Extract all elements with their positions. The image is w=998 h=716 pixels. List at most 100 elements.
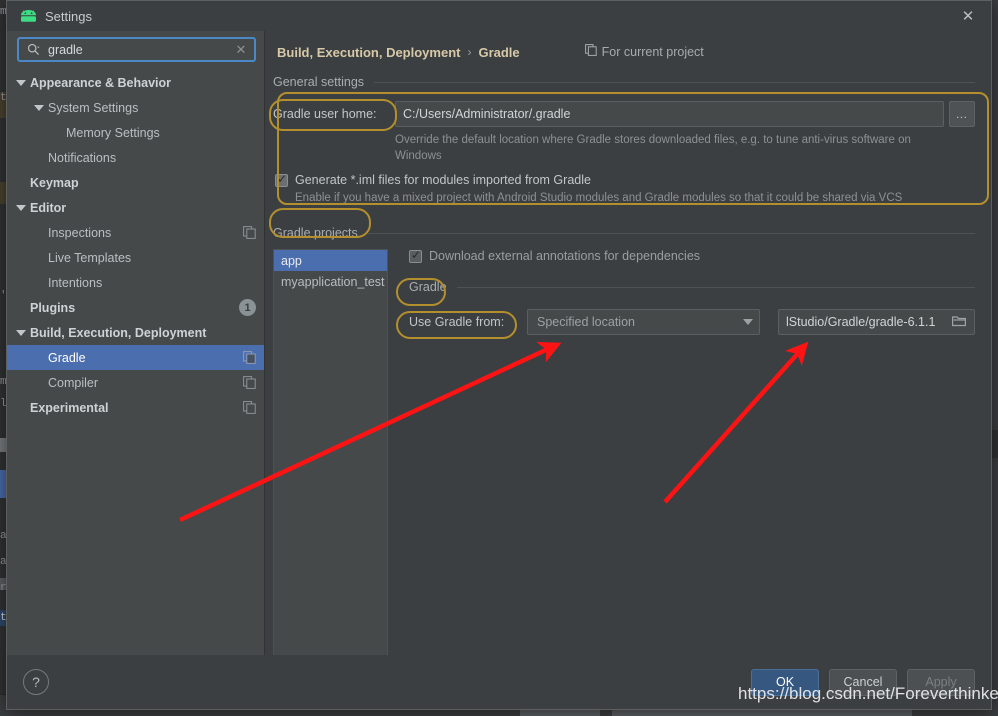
tree-indent bbox=[15, 402, 26, 413]
gradle-projects-list[interactable]: appmyapplication_test bbox=[273, 249, 388, 655]
for-current-project[interactable]: For current project bbox=[585, 43, 704, 61]
sidebar-item-plugins[interactable]: Plugins 1 bbox=[7, 295, 264, 320]
dialog-body: gradle ✕ Appearance & Behavior System Set… bbox=[7, 31, 991, 655]
dialog-titlebar: Settings ✕ bbox=[7, 1, 991, 31]
sidebar-item-label: Build, Execution, Deployment bbox=[30, 326, 206, 340]
settings-content: Build, Execution, Deployment › Gradle Fo… bbox=[265, 31, 991, 655]
plugins-update-badge: 1 bbox=[239, 299, 256, 316]
sidebar-item-compiler[interactable]: Compiler bbox=[7, 370, 264, 395]
gradle-user-home-row: Gradle user home: C:/Users/Administrator… bbox=[265, 101, 991, 127]
settings-dialog: Settings ✕ gradle bbox=[6, 0, 992, 710]
generate-iml-row: Generate *.iml files for modules importe… bbox=[265, 173, 991, 187]
folder-icon[interactable] bbox=[952, 315, 967, 330]
search-wrapper: gradle ✕ bbox=[7, 31, 264, 68]
section-divider bbox=[374, 82, 975, 83]
chevron-down-icon bbox=[743, 319, 753, 325]
sidebar-item-label: Editor bbox=[30, 201, 66, 215]
gradle-projects-body: appmyapplication_test Download external … bbox=[265, 249, 991, 655]
settings-sidebar: gradle ✕ Appearance & Behavior System Set… bbox=[7, 31, 265, 655]
sidebar-item-inspections[interactable]: Inspections bbox=[7, 220, 264, 245]
chevron-down-icon[interactable] bbox=[15, 327, 26, 338]
sidebar-item-gradle[interactable]: Gradle bbox=[7, 345, 264, 370]
copy-icon[interactable] bbox=[243, 351, 256, 364]
sidebar-item-label: Intentions bbox=[48, 276, 102, 290]
gradle-location-input[interactable]: lStudio/Gradle/gradle-6.1.1 bbox=[778, 309, 975, 335]
copy-icon[interactable] bbox=[243, 401, 256, 414]
section-title: Gradle bbox=[409, 280, 447, 294]
sidebar-item-editor[interactable]: Editor bbox=[7, 195, 264, 220]
dialog-title: Settings bbox=[45, 9, 92, 24]
use-gradle-from-row: Use Gradle from: Specified location lStu… bbox=[409, 309, 975, 335]
gradle-user-home-label: Gradle user home: bbox=[273, 107, 395, 121]
sidebar-item-system-settings[interactable]: System Settings bbox=[7, 95, 264, 120]
chevron-down-icon[interactable] bbox=[15, 77, 26, 88]
sidebar-item-experimental[interactable]: Experimental bbox=[7, 395, 264, 420]
tree-indent bbox=[33, 277, 44, 288]
sidebar-item-intentions[interactable]: Intentions bbox=[7, 270, 264, 295]
gradle-user-home-browse-button[interactable]: … bbox=[949, 101, 975, 127]
sidebar-item-label: Live Templates bbox=[48, 251, 131, 265]
sidebar-item-label: Inspections bbox=[48, 226, 111, 240]
chevron-down-icon[interactable] bbox=[15, 202, 26, 213]
clear-search-icon[interactable]: ✕ bbox=[234, 42, 248, 58]
screen: m tV 'e m l: av av rr te ra Co og sp bbox=[0, 0, 998, 716]
search-input[interactable]: gradle ✕ bbox=[17, 37, 256, 62]
settings-tree: Appearance & Behavior System Settings Memo… bbox=[7, 68, 264, 655]
download-annotations-row: Download external annotations for depend… bbox=[409, 249, 975, 263]
search-value: gradle bbox=[41, 43, 234, 57]
tree-indent bbox=[51, 127, 62, 138]
breadcrumb: Build, Execution, Deployment › Gradle Fo… bbox=[265, 31, 991, 61]
sidebar-item-memory-settings[interactable]: Memory Settings bbox=[7, 120, 264, 145]
sidebar-item-label: Memory Settings bbox=[66, 126, 160, 140]
gradle-user-home-hint-row: Override the default location where Grad… bbox=[265, 132, 991, 164]
gradle-project-detail: Download external annotations for depend… bbox=[388, 249, 975, 655]
section-title: General settings bbox=[273, 75, 364, 89]
sidebar-item-label: Experimental bbox=[30, 401, 109, 415]
watermark: https://blog.csdn.net/Foreverthinker bbox=[738, 684, 998, 704]
generate-iml-label: Generate *.iml files for modules importe… bbox=[295, 173, 591, 187]
copy-icon bbox=[585, 43, 597, 61]
general-settings-section-header: General settings bbox=[273, 75, 991, 89]
use-gradle-from-value: Specified location bbox=[537, 315, 737, 329]
sidebar-item-live-templates[interactable]: Live Templates bbox=[7, 245, 264, 270]
sidebar-item-build-execution-deployment[interactable]: Build, Execution, Deployment bbox=[7, 320, 264, 345]
sidebar-item-appearance-behavior[interactable]: Appearance & Behavior bbox=[7, 70, 264, 95]
gradle-user-home-input[interactable]: C:/Users/Administrator/.gradle bbox=[395, 101, 944, 127]
tree-indent bbox=[33, 152, 44, 163]
sidebar-item-keymap[interactable]: Keymap bbox=[7, 170, 264, 195]
gradle-location-value: lStudio/Gradle/gradle-6.1.1 bbox=[786, 315, 935, 329]
close-icon[interactable]: ✕ bbox=[951, 2, 985, 30]
gradle-subsection-header: Gradle bbox=[409, 280, 975, 294]
list-item[interactable]: app bbox=[274, 250, 387, 271]
breadcrumb-parent[interactable]: Build, Execution, Deployment bbox=[277, 45, 460, 60]
use-gradle-from-select[interactable]: Specified location bbox=[527, 309, 760, 335]
sidebar-item-label: Appearance & Behavior bbox=[30, 76, 171, 90]
tree-indent bbox=[15, 302, 26, 313]
download-annotations-checkbox[interactable] bbox=[409, 250, 422, 263]
copy-icon[interactable] bbox=[243, 376, 256, 389]
section-divider bbox=[457, 287, 975, 288]
sidebar-item-notifications[interactable]: Notifications bbox=[7, 145, 264, 170]
copy-icon[interactable] bbox=[243, 226, 256, 239]
list-item[interactable]: myapplication_test bbox=[274, 271, 387, 292]
tree-indent bbox=[15, 177, 26, 188]
tree-indent bbox=[33, 252, 44, 263]
for-current-project-label: For current project bbox=[602, 45, 704, 59]
breadcrumb-current: Gradle bbox=[478, 45, 519, 60]
gradle-user-home-hint: Override the default location where Grad… bbox=[395, 132, 941, 164]
search-icon bbox=[25, 42, 41, 58]
sidebar-item-label: Gradle bbox=[48, 351, 86, 365]
generate-iml-checkbox[interactable] bbox=[275, 174, 288, 187]
sidebar-item-label: Compiler bbox=[48, 376, 98, 390]
chevron-down-icon[interactable] bbox=[33, 102, 44, 113]
android-robot-icon bbox=[19, 7, 37, 25]
help-button[interactable]: ? bbox=[23, 669, 49, 695]
sidebar-item-label: Keymap bbox=[30, 176, 79, 190]
generate-iml-hint: Enable if you have a mixed project with … bbox=[295, 190, 902, 206]
sidebar-item-label: Plugins bbox=[30, 301, 75, 315]
breadcrumb-separator-icon: › bbox=[467, 45, 471, 59]
generate-iml-hint-row: Enable if you have a mixed project with … bbox=[265, 190, 991, 206]
gradle-projects-section-header: Gradle projects bbox=[273, 226, 991, 240]
section-divider bbox=[368, 233, 975, 234]
sidebar-item-label: System Settings bbox=[48, 101, 138, 115]
